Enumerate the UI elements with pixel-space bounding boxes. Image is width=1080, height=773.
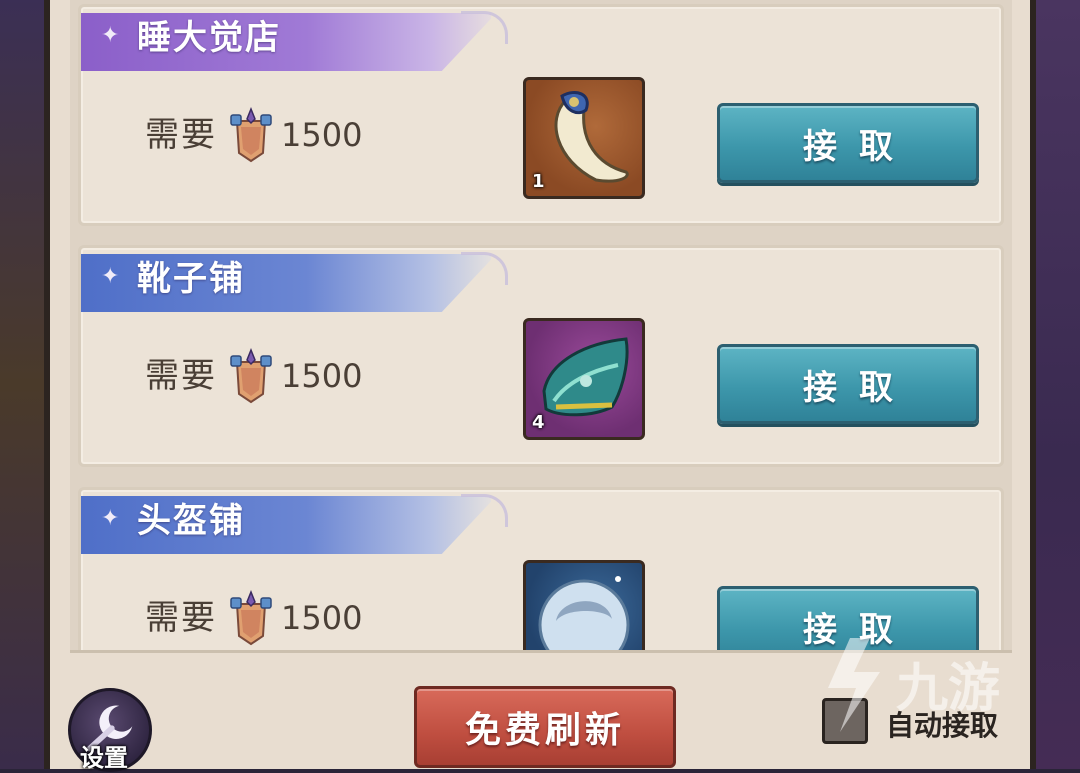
- background-right: [1036, 0, 1080, 769]
- background-left: [0, 0, 44, 769]
- reward-item-slot[interactable]: [523, 560, 645, 650]
- shop-card: ✦ 睡大觉店 需要 1500 1 接取: [78, 4, 1004, 226]
- auto-accept-label: 自动接取: [886, 709, 999, 742]
- shop-card: ✦ 头盔铺 需要 1500 接取: [78, 487, 1004, 650]
- shop-name: 靴子铺: [137, 259, 245, 299]
- need-label: 需要: [145, 598, 217, 638]
- accept-button-label: 接取: [803, 609, 915, 650]
- cost-value: 1500: [281, 357, 363, 395]
- helmet-item-icon: [538, 576, 630, 650]
- sparkle-icon: ✦: [101, 23, 120, 48]
- accept-button-label: 接取: [803, 126, 915, 167]
- shop-name: 头盔铺: [137, 501, 245, 541]
- settings-label: 设置: [80, 744, 128, 772]
- banner-swirl-decoration: [461, 252, 508, 285]
- accept-button[interactable]: 接取: [717, 103, 979, 183]
- sparkle-icon: ✦: [101, 506, 120, 531]
- free-refresh-label: 免费刷新: [464, 710, 625, 751]
- cost-value: 1500: [281, 116, 363, 154]
- item-count: 4: [532, 412, 545, 433]
- reward-item-slot[interactable]: 1: [523, 77, 645, 199]
- need-label: 需要: [145, 115, 217, 155]
- free-refresh-button[interactable]: 免费刷新: [414, 686, 676, 768]
- banner-swirl-decoration: [461, 11, 508, 44]
- shop-name: 睡大觉店: [137, 18, 281, 58]
- accept-button[interactable]: 接取: [717, 586, 979, 650]
- accept-button-label: 接取: [803, 367, 915, 408]
- need-label: 需要: [145, 356, 217, 396]
- crest-currency-icon: [230, 348, 272, 404]
- footer-bar: 设置 免费刷新 自动接取: [50, 652, 1030, 772]
- shop-panel: ✦ 睡大觉店 需要 1500 1 接取 ✦ 靴子铺 需要 1500 4 接取 ✦…: [44, 0, 1036, 772]
- shop-list[interactable]: ✦ 睡大觉店 需要 1500 1 接取 ✦ 靴子铺 需要 1500 4 接取 ✦…: [70, 0, 1012, 653]
- accept-button[interactable]: 接取: [717, 344, 979, 424]
- crest-currency-icon: [230, 590, 272, 646]
- item-count: 1: [532, 171, 545, 192]
- shop-card: ✦ 靴子铺 需要 1500 4 接取: [78, 245, 1004, 467]
- sparkle-icon: ✦: [101, 264, 120, 289]
- crest-currency-icon: [230, 107, 272, 163]
- auto-accept-checkbox[interactable]: [822, 698, 868, 744]
- banner-swirl-decoration: [461, 494, 508, 527]
- reward-item-slot[interactable]: 4: [523, 318, 645, 440]
- cost-value: 1500: [281, 599, 363, 637]
